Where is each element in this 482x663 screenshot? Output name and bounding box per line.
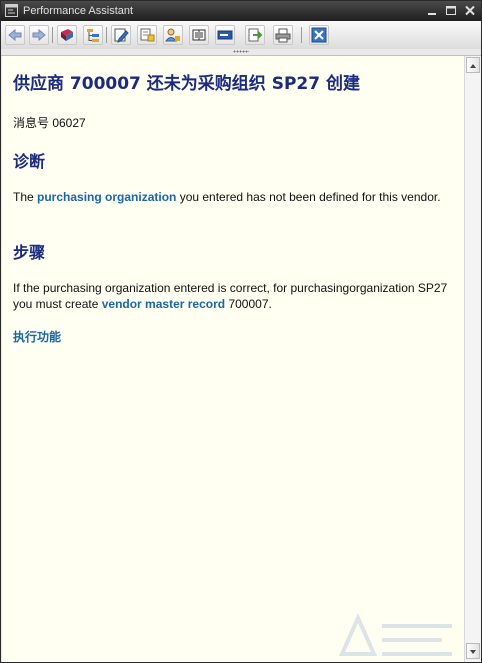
toolbar [1, 21, 481, 50]
help-button[interactable] [137, 25, 157, 45]
vertical-scrollbar[interactable] [464, 56, 481, 662]
printer-icon [275, 28, 291, 43]
diagnosis-heading: 诊断 [13, 152, 46, 171]
back-button[interactable] [5, 25, 25, 45]
export-button[interactable] [245, 25, 265, 45]
performance-assistant-window: Performance Assistant 供应商 700007 还未为采购组织… [0, 0, 482, 663]
window-title: Performance Assistant [23, 5, 134, 17]
minimize-icon[interactable] [425, 4, 439, 17]
procedure-text: If the purchasing organization entered i… [13, 280, 453, 312]
diagnosis-text-before: The [13, 190, 38, 204]
user-icon [165, 28, 180, 42]
procedure-heading: 步骤 [13, 243, 46, 262]
long-text-button[interactable] [215, 25, 235, 45]
document-export-icon [248, 28, 263, 42]
app-icon [5, 4, 18, 17]
splitter-grip[interactable] [1, 49, 481, 56]
toolbar-separator [106, 27, 107, 43]
open-book-icon [192, 29, 206, 41]
maximize-icon[interactable] [444, 4, 458, 17]
pencil-icon [114, 28, 129, 43]
message-number: 消息号 06027 [13, 116, 86, 130]
toolbar-separator [301, 27, 302, 43]
purchasing-organization-link[interactable]: purchasing organization [37, 190, 176, 204]
watermark-graphic [338, 613, 452, 656]
print-button[interactable] [273, 25, 293, 45]
arrow-left-icon [8, 28, 22, 42]
toolbar-separator [52, 27, 53, 43]
vendor-master-record-link[interactable]: vendor master record [102, 297, 225, 311]
close-button[interactable] [309, 25, 329, 45]
title-bar[interactable]: Performance Assistant [1, 1, 481, 21]
arrow-right-icon [32, 28, 46, 42]
message-title: 供应商 700007 还未为采购组织 SP27 创建 [13, 74, 361, 94]
close-icon [311, 27, 327, 43]
edit-button[interactable] [111, 25, 131, 45]
help-document-icon [140, 28, 155, 42]
grip-dots [233, 50, 249, 53]
scroll-down-icon [470, 650, 476, 654]
procedure-text-after: 700007. [225, 297, 272, 311]
user-settings-button[interactable] [163, 25, 183, 45]
technical-info-button[interactable] [57, 25, 77, 45]
close-window-icon[interactable] [463, 4, 477, 17]
scroll-up-icon [470, 64, 476, 68]
diagnosis-text-after: you entered has not been defined for thi… [176, 190, 441, 204]
hierarchy-icon [87, 29, 99, 42]
forward-button[interactable] [29, 25, 49, 45]
glossary-button[interactable] [189, 25, 209, 45]
message-content: 供应商 700007 还未为采购组织 SP27 创建 消息号 06027 诊断 … [2, 56, 464, 662]
scroll-up-button[interactable] [466, 57, 480, 73]
execute-function-link[interactable]: 执行功能 [13, 328, 61, 345]
text-tag-icon [217, 30, 233, 40]
book-icon [61, 29, 73, 41]
scroll-down-button[interactable] [466, 643, 480, 659]
navigation-button[interactable] [83, 25, 103, 45]
diagnosis-text: The purchasing organization you entered … [13, 189, 453, 205]
